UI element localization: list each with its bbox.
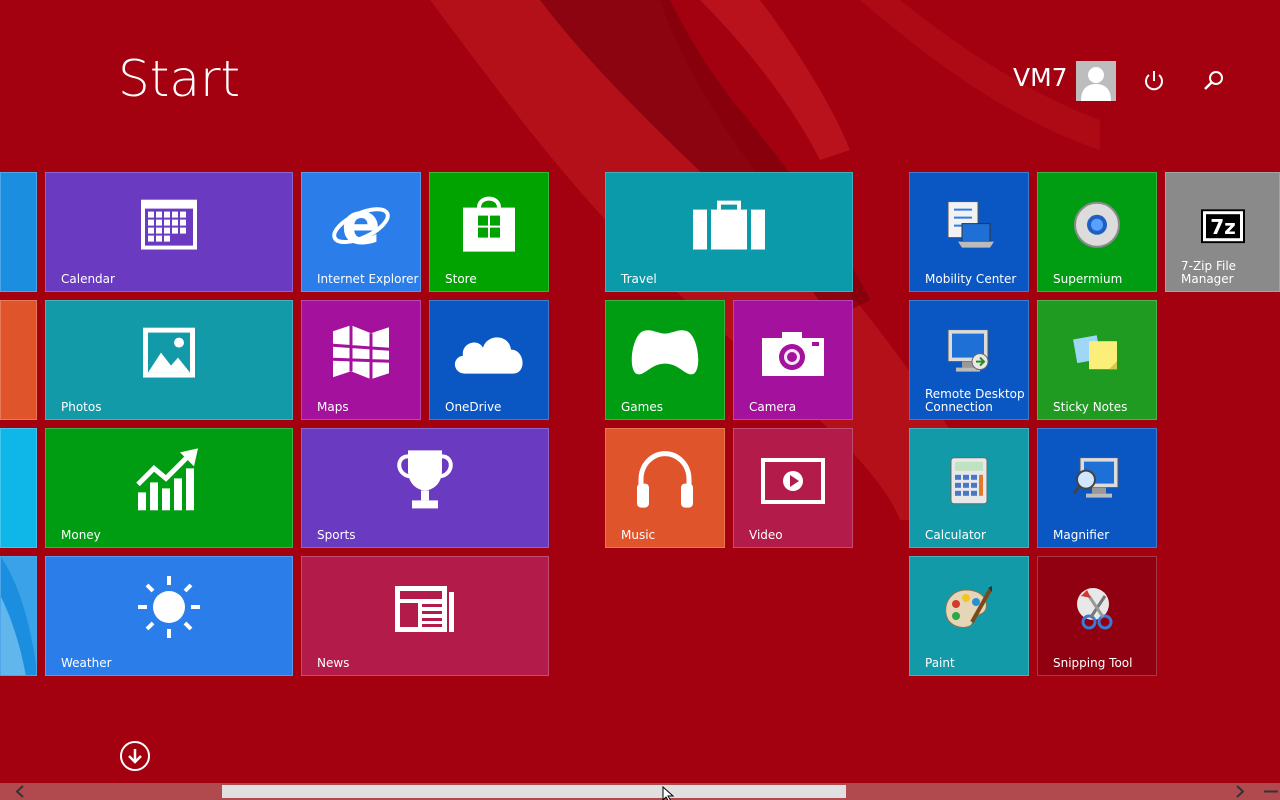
tile-label: Internet Explorer <box>317 272 419 286</box>
mobility-center-icon <box>944 200 994 254</box>
tile-paint[interactable]: Paint <box>909 556 1029 676</box>
tile-calculator[interactable]: Calculator <box>909 428 1029 548</box>
photos-icon <box>143 327 195 382</box>
camera-icon <box>762 330 824 380</box>
tile-maps[interactable]: Maps <box>301 300 421 420</box>
page-title: Start <box>118 50 241 108</box>
tile-magnifier[interactable]: Magnifier <box>1037 428 1157 548</box>
tile-label: Snipping Tool <box>1053 656 1133 670</box>
tile-mobility-center[interactable]: Mobility Center <box>909 172 1029 292</box>
sticky-notes-icon <box>1073 331 1121 379</box>
scroll-left-icon[interactable] <box>10 783 30 800</box>
tile-label: Video <box>749 528 783 542</box>
tile-label: Store <box>445 272 477 286</box>
tile-travel[interactable]: Travel <box>605 172 853 292</box>
seven-zip-icon: 7z <box>1200 209 1245 247</box>
partial-tile[interactable] <box>0 428 37 548</box>
store-bag-icon <box>461 194 517 258</box>
tile-label: News <box>317 656 350 670</box>
arrow-down-circle-icon[interactable] <box>120 741 150 771</box>
tile-onedrive[interactable]: OneDrive <box>429 300 549 420</box>
supermium-browser-icon <box>1073 201 1121 253</box>
svg-text:7z: 7z <box>1210 215 1236 239</box>
tile-label: Sticky Notes <box>1053 400 1128 414</box>
money-chart-icon <box>136 448 202 514</box>
search-icon[interactable] <box>1198 66 1228 96</box>
tile-weather[interactable]: Weather <box>45 556 293 676</box>
tile-music[interactable]: Music <box>605 428 725 548</box>
newspaper-icon <box>395 586 455 636</box>
scrollbar-thumb[interactable] <box>222 785 846 798</box>
tile-label: 7-Zip File Manager <box>1181 259 1237 286</box>
calculator-icon <box>950 457 988 509</box>
paint-palette-icon <box>944 586 994 636</box>
tile-label: Calculator <box>925 528 986 542</box>
tile-sticky-notes[interactable]: Sticky Notes <box>1037 300 1157 420</box>
tile-label: Magnifier <box>1053 528 1110 542</box>
partial-tile[interactable] <box>0 172 37 292</box>
tile-label: Mobility Center <box>925 272 1017 286</box>
partial-tile[interactable] <box>0 300 37 420</box>
tile-label: Remote Desktop Connection <box>925 387 1025 414</box>
power-icon[interactable] <box>1139 66 1169 96</box>
tile-label: Maps <box>317 400 349 414</box>
tile-label: Calendar <box>61 272 115 286</box>
tile-label: Supermium <box>1053 272 1123 286</box>
tile-label: Paint <box>925 656 955 670</box>
tile-money[interactable]: Money <box>45 428 293 548</box>
maps-icon <box>331 325 391 383</box>
tile-camera[interactable]: Camera <box>733 300 853 420</box>
tile-label: Games <box>621 400 663 414</box>
tile-store[interactable]: Store <box>429 172 549 292</box>
tile-label: Money <box>61 528 101 542</box>
tile-calendar[interactable]: Calendar <box>45 172 293 292</box>
tile-label: Photos <box>61 400 102 414</box>
tile-video[interactable]: Video <box>733 428 853 548</box>
zoom-out-icon[interactable] <box>1262 783 1280 800</box>
horizontal-scrollbar[interactable] <box>0 783 1280 800</box>
trophy-icon <box>392 448 458 514</box>
tile-internet-explorer[interactable]: e Internet Explorer <box>301 172 421 292</box>
calendar-icon <box>141 199 197 254</box>
user-avatar-icon[interactable] <box>1076 61 1116 101</box>
partial-tile[interactable] <box>0 556 37 676</box>
tile-label: Camera <box>749 400 797 414</box>
tile-7zip[interactable]: 7z 7-Zip File Manager <box>1165 172 1280 292</box>
tile-supermium[interactable]: Supermium <box>1037 172 1157 292</box>
tile-label: OneDrive <box>445 400 502 414</box>
game-controller-icon <box>630 328 700 382</box>
tile-snipping-tool[interactable]: Snipping Tool <box>1037 556 1157 676</box>
tile-remote-desktop[interactable]: Remote Desktop Connection <box>909 300 1029 420</box>
user-name[interactable]: VM7 <box>1013 63 1068 92</box>
suitcase-icon <box>693 200 765 254</box>
svg-text:e: e <box>341 194 380 254</box>
tile-news[interactable]: News <box>301 556 549 676</box>
tile-sports[interactable]: Sports <box>301 428 549 548</box>
cloud-icon <box>449 328 529 382</box>
video-play-icon <box>761 458 825 508</box>
tile-label: Travel <box>621 272 657 286</box>
remote-desktop-icon <box>944 328 994 382</box>
tile-label: Music <box>621 528 656 542</box>
magnifier-icon <box>1072 456 1122 510</box>
tile-games[interactable]: Games <box>605 300 725 420</box>
tile-label: Weather <box>61 656 112 670</box>
internet-explorer-icon: e <box>331 190 391 258</box>
tile-label: Sports <box>317 528 356 542</box>
headphones-icon <box>635 450 695 514</box>
scroll-right-icon[interactable] <box>1230 783 1250 800</box>
sun-icon <box>136 574 202 644</box>
tile-photos[interactable]: Photos <box>45 300 293 420</box>
scissors-icon <box>1073 586 1121 636</box>
mouse-cursor-icon <box>662 785 676 800</box>
